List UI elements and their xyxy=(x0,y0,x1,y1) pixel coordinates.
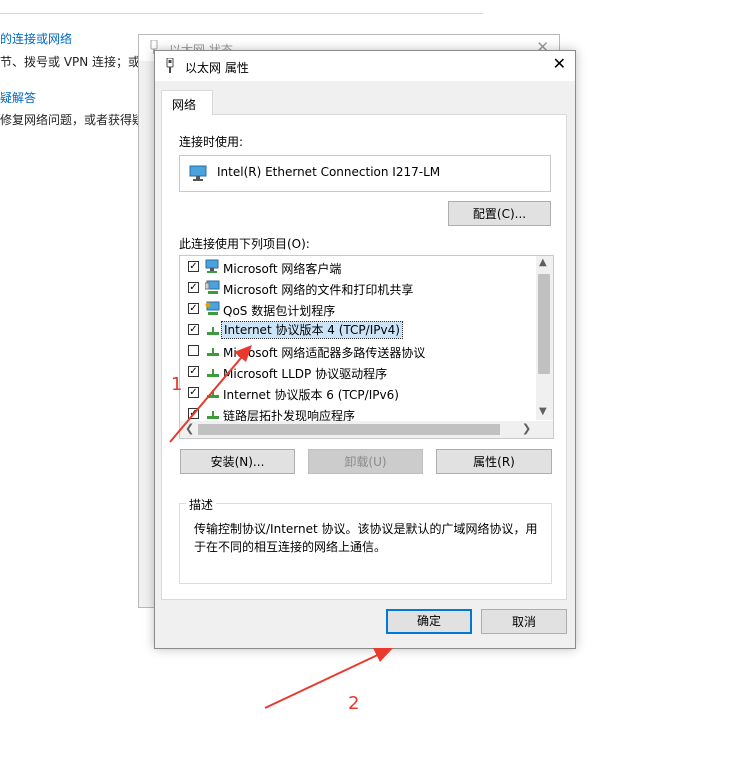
step-2-label: 2 xyxy=(348,693,360,714)
tab-network[interactable]: 网络 xyxy=(161,90,213,115)
step-1-label: 1 xyxy=(171,374,183,395)
arrow-2-icon xyxy=(264,648,393,709)
annotation-layer xyxy=(169,345,393,709)
tab-label: 网络 xyxy=(172,98,197,112)
